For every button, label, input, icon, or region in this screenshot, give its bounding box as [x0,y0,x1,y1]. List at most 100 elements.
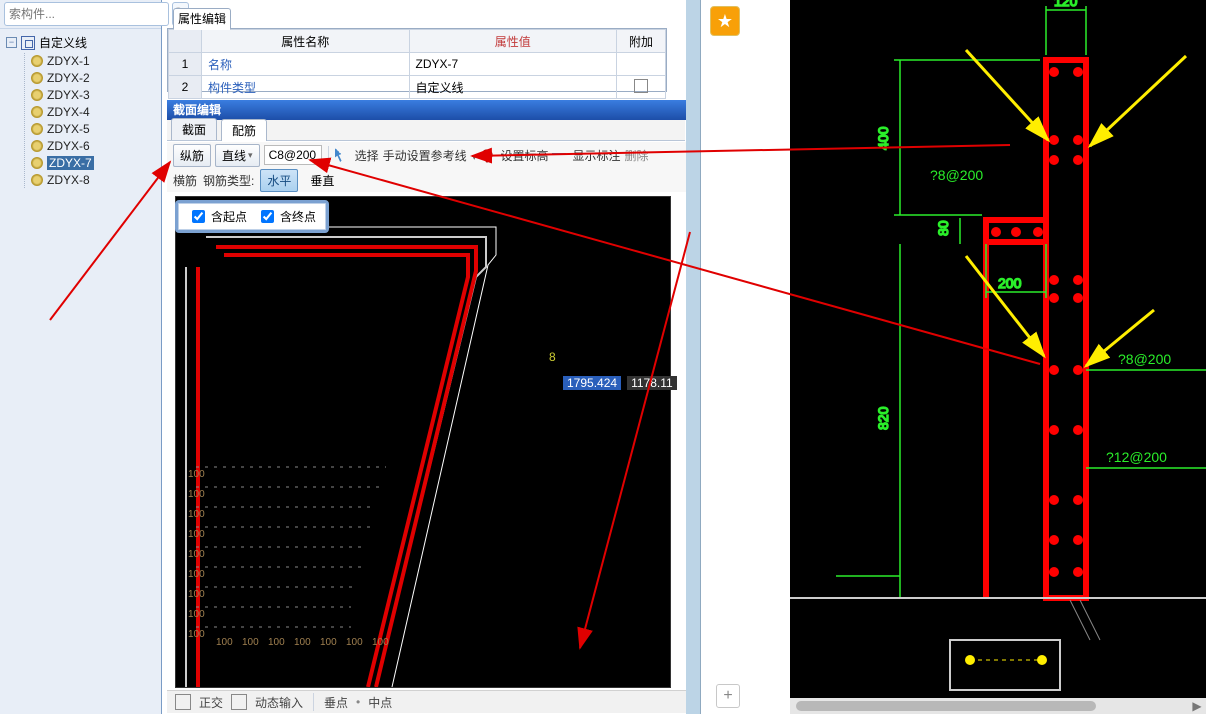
include-start-input[interactable] [192,210,205,223]
select-tool[interactable]: 选择 [355,147,379,164]
cad-viewport[interactable]: 120 400 ?8@200 80 200 820 ?8@200 ?12@200 [790,0,1206,714]
perpendicular-snap[interactable]: 垂点 [324,694,348,711]
prop-extra-cell[interactable] [617,53,666,76]
endpoint-checkbar: 含起点 含终点 [175,200,329,233]
svg-text:100: 100 [188,629,205,640]
gear-icon [31,157,43,169]
set-elevation-tool[interactable]: 设置标高 [500,147,548,164]
section-tabs: 截面 配筋 [167,120,685,141]
delete-tool[interactable]: 删除 [625,147,649,164]
include-end-label: 含终点 [280,208,316,225]
gear-icon [31,174,43,186]
property-editor-tab[interactable]: 属性编辑 [173,8,231,30]
prop-name-cell[interactable]: 构件类型 [202,76,410,99]
prop-extra-cell[interactable] [617,76,666,99]
tree-item-label: ZDYX-6 [47,139,90,153]
property-editor-panel: 属性名称 属性值 附加 1名称ZDYX-72构件类型自定义线 [167,28,667,92]
center-strip: ★ + [692,0,788,714]
dynamic-input-toggle[interactable]: 动态输入 [255,694,303,711]
ortho-toggle[interactable]: 正交 [199,694,223,711]
table-row[interactable]: 2构件类型自定义线 [169,76,666,99]
tree-item[interactable]: ZDYX-3 [29,87,159,103]
table-row[interactable]: 1名称ZDYX-7 [169,53,666,76]
tree-item[interactable]: ZDYX-7 [29,155,159,171]
tree-item-label: ZDYX-3 [47,88,90,102]
tree-item-label: ZDYX-7 [47,156,94,170]
svg-text:100: 100 [188,549,205,560]
manual-refline-tool[interactable]: 手动设置参考线 ▾ [383,147,477,164]
horizontal-button[interactable]: 水平 [260,169,298,192]
plus-icon: + [723,687,732,705]
transverse-rebar-label: 横筋 [173,172,197,189]
section-toolbar-secondary: 横筋 钢筋类型: 水平 垂直 [167,168,697,192]
svg-text:?8@200: ?8@200 [1118,351,1171,367]
search-input[interactable] [4,2,169,26]
vertical-rebar-button[interactable]: 纵筋 [173,144,211,167]
tree-item-label: ZDYX-2 [47,71,90,85]
scroll-right-icon[interactable]: ▶ [1190,699,1204,713]
tree-item[interactable]: ZDYX-2 [29,70,159,86]
section-drawing: 1001001001001001001001001001001001001001… [176,197,670,687]
prop-header-name[interactable]: 属性名称 [202,30,410,53]
favorite-button[interactable]: ★ [710,6,740,36]
zoom-in-button[interactable]: + [716,684,740,708]
tree-root[interactable]: − 自定义线 [2,33,159,52]
svg-text:100: 100 [188,569,205,580]
gear-icon [31,106,43,118]
tree-item[interactable]: ZDYX-5 [29,121,159,137]
tree-item[interactable]: ZDYX-8 [29,172,159,188]
vertical-button[interactable]: 垂直 [304,170,340,191]
tree-item[interactable]: ZDYX-6 [29,138,159,154]
toolbar-separator [328,146,329,164]
svg-text:100: 100 [242,637,259,648]
star-icon: ★ [717,11,733,32]
svg-text:100: 100 [346,637,363,648]
collapse-icon[interactable]: − [6,37,17,48]
dimension-icon [552,153,566,157]
dynamic-input-icon [231,694,247,710]
svg-text:100: 100 [188,469,205,480]
include-start-checkbox[interactable]: 含起点 [188,207,247,226]
cursor-coordinates: 1795.424 1178.11 [563,376,677,390]
include-end-input[interactable] [261,210,274,223]
dropdown-icon: ▾ [472,152,477,162]
checkbox-icon[interactable] [634,79,648,93]
show-dimension-tool[interactable]: 显示标注 [572,147,620,164]
svg-text:200: 200 [998,275,1022,291]
svg-text:100: 100 [372,637,389,648]
snap-dot: • [356,695,360,709]
svg-text:100: 100 [268,637,285,648]
svg-text:100: 100 [294,637,311,648]
coord-x: 1795.424 [563,376,621,390]
tree-item[interactable]: ZDYX-4 [29,104,159,120]
row-number: 2 [169,76,202,99]
manual-refline-label: 手动设置参考线 [383,149,467,163]
tree-item-label: ZDYX-1 [47,54,90,68]
section-editor-titlebar: 截面编辑 [167,100,691,120]
include-end-checkbox[interactable]: 含终点 [257,207,316,226]
dropdown-icon: ▾ [248,150,253,161]
svg-text:820: 820 [875,406,891,430]
scrollbar-thumb[interactable] [796,701,1096,711]
prop-header-extra[interactable]: 附加 [617,30,666,53]
sidebar: 🔍 − 自定义线 ZDYX-1ZDYX-2ZDYX-3ZDYX-4ZDYX-5Z… [0,0,162,714]
straight-line-button[interactable]: 直线 ▾ [215,144,260,167]
rebar-spec-input[interactable] [264,145,322,165]
section-canvas[interactable]: 1001001001001001001001001001001001001001… [175,196,671,688]
prop-name-cell[interactable]: 名称 [202,53,410,76]
tab-rebar[interactable]: 配筋 [221,119,267,141]
prop-header-value[interactable]: 属性值 [409,30,617,53]
prop-value-cell[interactable]: ZDYX-7 [409,53,617,76]
gear-icon [31,72,43,84]
gear-icon [31,123,43,135]
svg-text:100: 100 [188,489,205,500]
viewport-scrollbar[interactable]: ▶ [790,698,1206,714]
prop-value-cell[interactable]: 自定义线 [409,76,617,99]
ortho-icon [175,694,191,710]
tree-item[interactable]: ZDYX-1 [29,53,159,69]
midpoint-snap[interactable]: 中点 [368,694,392,711]
property-table: 属性名称 属性值 附加 1名称ZDYX-72构件类型自定义线 [168,29,666,99]
straight-line-label: 直线 [222,147,246,164]
svg-text:?12@200: ?12@200 [1106,449,1167,465]
tab-section[interactable]: 截面 [171,118,217,140]
